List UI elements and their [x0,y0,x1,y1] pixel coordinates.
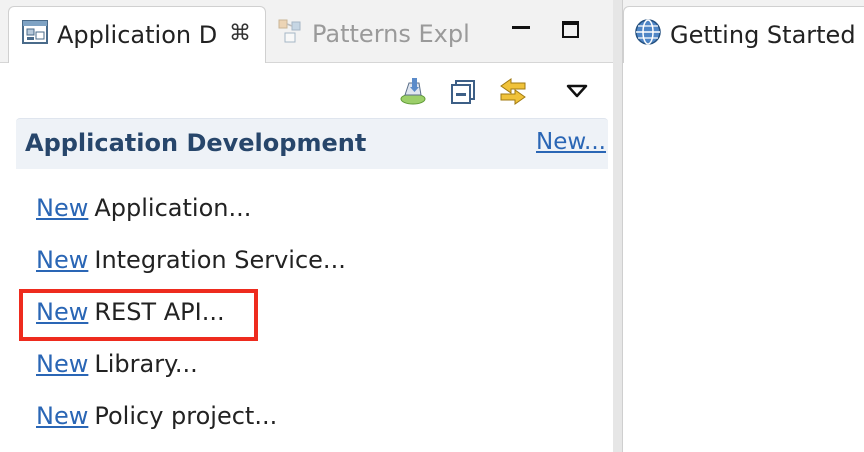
globe-icon [634,18,662,52]
new-policy-project-label: Policy project... [94,402,278,430]
sash-divider[interactable] [613,0,622,452]
new-policy-project-row: New Policy project... [36,402,277,430]
new-rest-api-row: New REST API... [36,298,225,326]
maximize-button[interactable] [559,18,585,44]
new-library-link[interactable]: New [36,350,88,378]
view-menu-icon[interactable] [561,75,593,107]
section-new-link[interactable]: New... [536,129,606,155]
editor-tab-bar: Getting Started - I [623,0,864,63]
collapse-all-icon[interactable] [448,75,480,107]
tab-application-development[interactable]: Application D ⌘ [8,6,266,63]
section-title: Application Development [25,129,367,157]
app-dev-icon [21,18,49,52]
tab-label: Patterns Expl [312,20,470,48]
application-development-view: Application D ⌘ Patterns Expl Applicatio… [0,0,614,452]
new-application-link[interactable]: New [36,194,88,222]
editor-area: Getting Started - I [622,0,864,452]
new-application-label: Application... [94,194,252,222]
new-rest-api-label: REST API... [94,298,225,326]
new-library-row: New Library... [36,350,198,378]
new-integration-service-row: New Integration Service... [36,246,346,274]
new-integration-service-link[interactable]: New [36,246,88,274]
view-toolbar [0,63,613,115]
new-rest-api-link[interactable]: New [36,298,88,326]
patterns-icon [276,17,304,51]
application-development-section: Application Development New... New Applic… [16,118,608,452]
new-library-label: Library... [94,350,198,378]
tab-label: Application D [57,21,218,49]
tab-getting-started[interactable]: Getting Started - I [623,6,864,63]
tab-patterns-explorer[interactable]: Patterns Expl [276,6,470,62]
tab-label: Getting Started - I [670,21,864,49]
minimize-button[interactable] [508,18,534,44]
section-header: Application Development New... [16,118,608,169]
view-tab-bar: Application D ⌘ Patterns Expl [0,0,613,63]
new-integration-service-label: Integration Service... [94,246,346,274]
deploy-icon[interactable] [397,75,429,107]
close-tab-icon[interactable]: ⌘ [229,21,251,46]
new-application-row: New Application... [36,194,251,222]
new-policy-project-link[interactable]: New [36,402,88,430]
sync-icon[interactable] [497,75,529,107]
